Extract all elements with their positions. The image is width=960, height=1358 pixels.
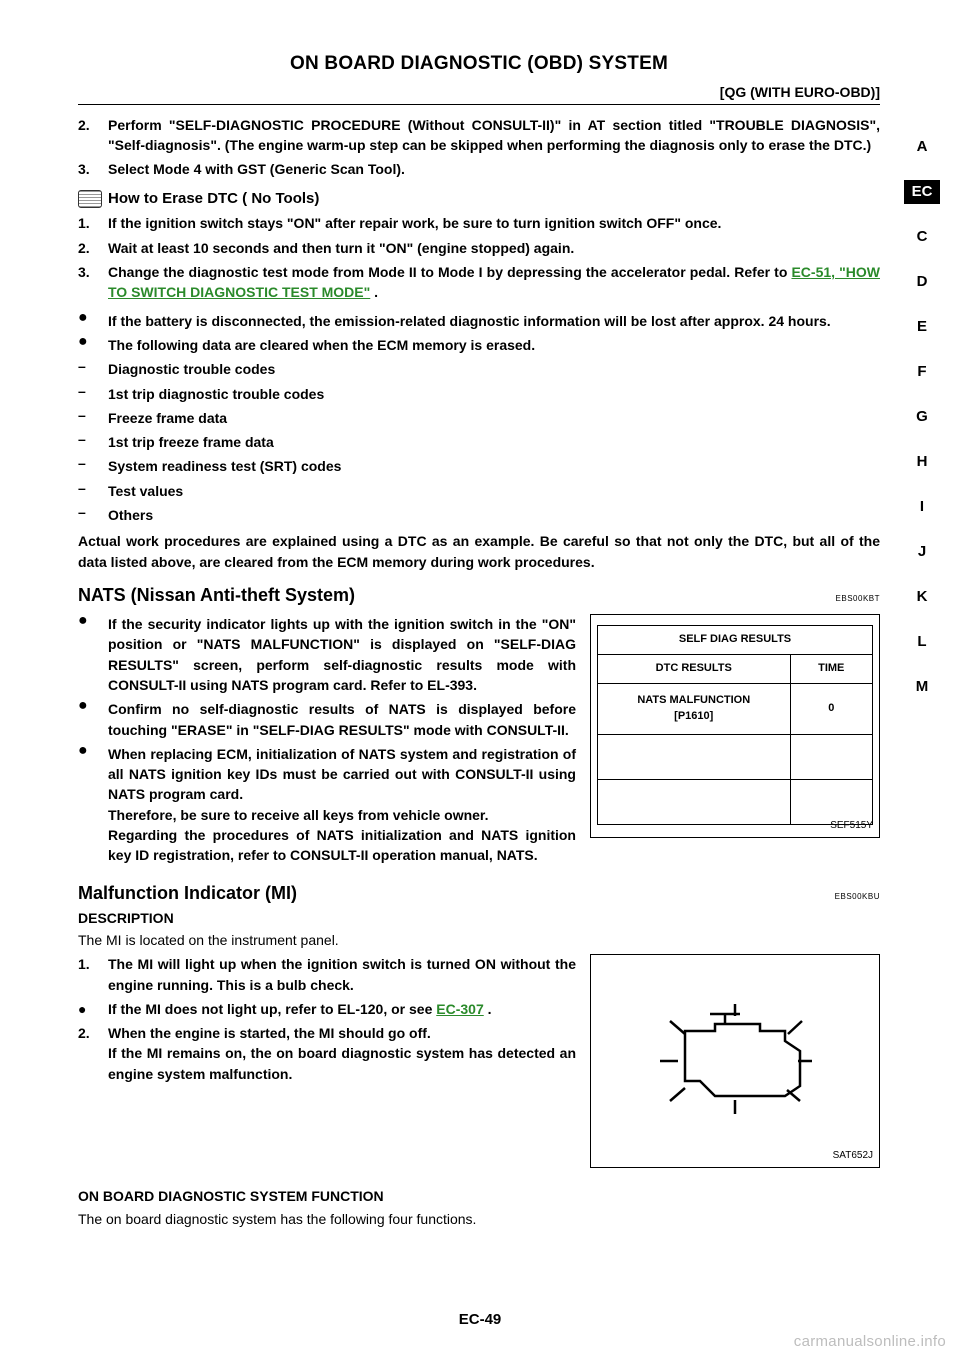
fig-label-sef: SEF515Y [830,819,873,834]
mi-func-h: ON BOARD DIAGNOSTIC SYSTEM FUNCTION [78,1186,880,1206]
erase-step-2: Wait at least 10 seconds and then turn i… [108,238,880,258]
tab-f[interactable]: F [904,360,940,384]
mi-i1: The MI will light up when the ignition s… [108,954,576,995]
nats-bullets: ●If the security indicator lights up wit… [78,614,576,866]
mi-i3: When the engine is started, the MI shoul… [108,1023,576,1084]
erase-footer: Actual work procedures are explained usi… [78,531,880,572]
tab-d[interactable]: D [904,270,940,294]
erase-step-3: Change the diagnostic test mode from Mod… [108,262,880,303]
tab-l[interactable]: L [904,630,940,654]
top-steps-list: 2.Perform "SELF-DIAGNOSTIC PROCEDURE (Wi… [78,115,880,180]
nats-code: EBS00KBT [836,593,880,605]
top-step-2: Perform "SELF-DIAGNOSTIC PROCEDURE (With… [108,115,880,156]
tab-h[interactable]: H [904,450,940,474]
mi-desc-h: DESCRIPTION [78,908,880,928]
engine-icon [630,986,840,1136]
tab-ec[interactable]: EC [904,180,940,204]
erase-dash-3: Freeze frame data [108,408,880,428]
page-number: EC-49 [0,1311,960,1328]
fig-label-sat: SAT652J [833,1149,873,1164]
erase-bullet-2: The following data are cleared when the … [108,335,880,355]
watermark: carmanualsonline.info [794,1333,946,1350]
tab-j[interactable]: J [904,540,940,564]
erase-steps-list: 1.If the ignition switch stays "ON" afte… [78,213,880,302]
section-tabs: A EC C D E F G H I J K L M [904,135,940,699]
mi-func-p: The on board diagnostic system has the f… [78,1209,880,1229]
erase-heading: How to Erase DTC ( No Tools) [78,188,880,210]
diag-col1: DTC RESULTS [598,654,791,683]
erase-dash-4: 1st trip freeze frame data [108,432,880,452]
erase-dash-7: Others [108,505,880,525]
diag-r1b: 0 [790,683,873,734]
erase-heading-text: How to Erase DTC ( No Tools) [108,188,319,210]
diag-col2: TIME [790,654,873,683]
page-title: ON BOARD DIAGNOSTIC (OBD) SYSTEM [78,50,880,78]
mi-heading: Malfunction Indicator (MI) EBS00KBU [78,880,880,906]
self-diag-table: SELF DIAG RESULTS DTC RESULTS TIME NATS … [597,625,873,825]
erase-bullet-1: If the battery is disconnected, the emis… [108,311,880,331]
nats-b3: When replacing ECM, initialization of NA… [108,744,576,866]
erase-bullets: ●If the battery is disconnected, the emi… [78,311,880,526]
tab-i[interactable]: I [904,495,940,519]
diag-title: SELF DIAG RESULTS [598,626,873,655]
mil-figure: SAT652J [590,954,880,1168]
tab-a[interactable]: A [904,135,940,159]
erase-step-1: If the ignition switch stays "ON" after … [108,213,880,233]
self-diag-figure: SELF DIAG RESULTS DTC RESULTS TIME NATS … [590,614,880,838]
no-tools-icon [78,190,102,208]
tab-g[interactable]: G [904,405,940,429]
mi-intro: The MI is located on the instrument pane… [78,930,880,950]
link-ec307[interactable]: EC-307 [436,1001,483,1017]
diag-r1a: NATS MALFUNCTION [P1610] [598,683,791,734]
erase-dash-2: 1st trip diagnostic trouble codes [108,384,880,404]
mi-i2: If the MI does not light up, refer to EL… [108,999,576,1019]
erase-dash-6: Test values [108,481,880,501]
nats-heading: NATS (Nissan Anti-theft System) EBS00KBT [78,582,880,608]
tab-k[interactable]: K [904,585,940,609]
erase-dash-1: Diagnostic trouble codes [108,359,880,379]
page-subtitle: [QG (WITH EURO-OBD)] [78,82,880,105]
tab-e[interactable]: E [904,315,940,339]
top-step-3: Select Mode 4 with GST (Generic Scan Too… [108,159,880,179]
mi-code: EBS00KBU [835,891,880,903]
nats-b1: If the security indicator lights up with… [108,614,576,695]
tab-c[interactable]: C [904,225,940,249]
nats-b2: Confirm no self-diagnostic results of NA… [108,699,576,740]
mi-items: 1.The MI will light up when the ignition… [78,954,576,1084]
erase-dash-5: System readiness test (SRT) codes [108,456,880,476]
tab-m[interactable]: M [904,675,940,699]
